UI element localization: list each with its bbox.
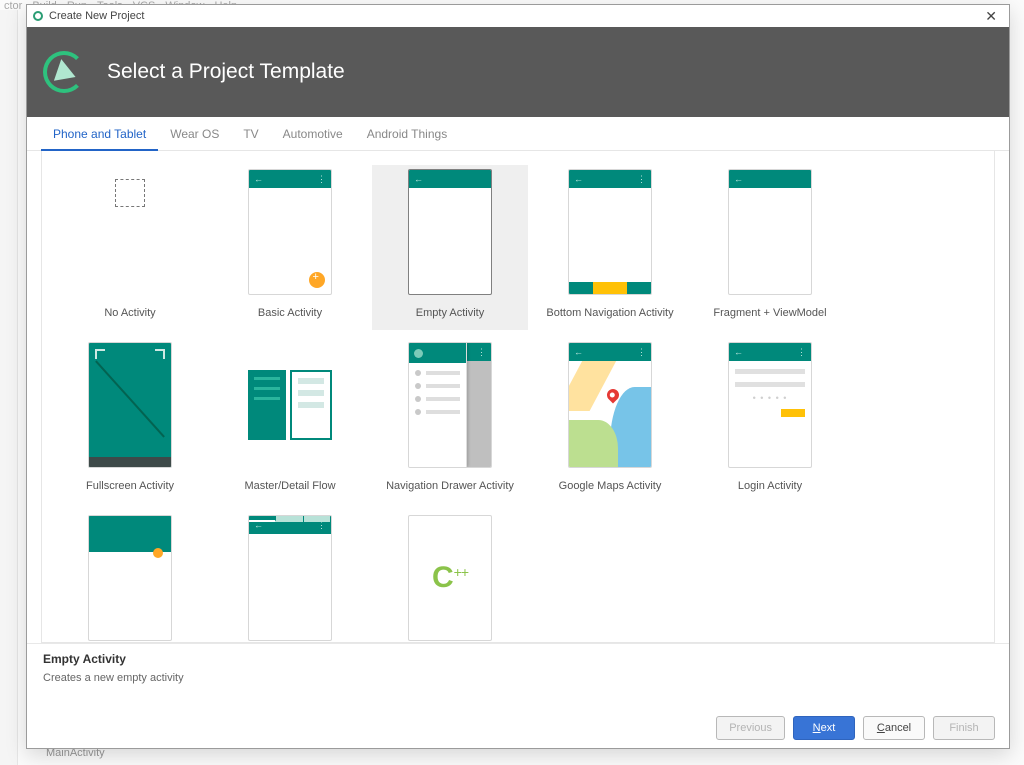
tab-android-things[interactable]: Android Things bbox=[355, 117, 460, 150]
close-icon[interactable]: ✕ bbox=[979, 8, 1003, 25]
template-navigation-drawer[interactable]: Navigation Drawer Activity bbox=[372, 338, 528, 503]
template-empty-activity[interactable]: Empty Activity bbox=[372, 165, 528, 330]
template-description: Empty Activity Creates a new empty activ… bbox=[27, 643, 1009, 703]
tab-automotive[interactable]: Automotive bbox=[271, 117, 355, 150]
finish-button[interactable]: Finish bbox=[933, 716, 995, 740]
description-subtitle: Creates a new empty activity bbox=[43, 672, 993, 684]
previous-button[interactable]: Previous bbox=[716, 716, 785, 740]
template-login-activity[interactable]: • • • • • Login Activity bbox=[692, 338, 848, 503]
tab-wear-os[interactable]: Wear OS bbox=[158, 117, 231, 150]
template-scrolling-activity[interactable]: Scrolling Activity bbox=[52, 511, 208, 643]
template-gallery: No Activity Basic Activity Empty Activit… bbox=[42, 165, 994, 643]
template-google-maps[interactable]: Google Maps Activity bbox=[532, 338, 688, 503]
template-fullscreen-activity[interactable]: Fullscreen Activity bbox=[52, 338, 208, 503]
create-project-dialog: Create New Project ✕ Select a Project Te… bbox=[26, 4, 1010, 749]
cancel-button[interactable]: Cancel bbox=[863, 716, 925, 740]
dialog-footer: Previous Next Cancel Finish bbox=[716, 716, 995, 740]
ide-gutter bbox=[0, 10, 18, 765]
dialog-titlebar: Create New Project ✕ bbox=[27, 5, 1009, 27]
android-studio-logo-icon bbox=[43, 51, 85, 93]
template-master-detail-flow[interactable]: Master/Detail Flow bbox=[212, 338, 368, 503]
android-studio-icon bbox=[33, 11, 43, 21]
description-title: Empty Activity bbox=[43, 652, 993, 666]
next-button[interactable]: Next bbox=[793, 716, 855, 740]
template-native-cpp[interactable]: C++ Native C++ bbox=[372, 511, 528, 643]
tab-phone-and-tablet[interactable]: Phone and Tablet bbox=[41, 117, 158, 151]
dialog-title: Create New Project bbox=[49, 10, 144, 22]
platform-tabs: Phone and Tablet Wear OS TV Automotive A… bbox=[27, 117, 1009, 151]
template-no-activity[interactable]: No Activity bbox=[52, 165, 208, 330]
banner-title: Select a Project Template bbox=[107, 60, 345, 84]
dialog-banner: Select a Project Template bbox=[27, 27, 1009, 117]
template-fragment-viewmodel[interactable]: Fragment + ViewModel bbox=[692, 165, 848, 330]
template-tabbed-activity[interactable]: Tabbed Activity bbox=[212, 511, 368, 643]
tab-tv[interactable]: TV bbox=[231, 117, 270, 150]
template-basic-activity[interactable]: Basic Activity bbox=[212, 165, 368, 330]
template-bottom-navigation[interactable]: Bottom Navigation Activity bbox=[532, 165, 688, 330]
